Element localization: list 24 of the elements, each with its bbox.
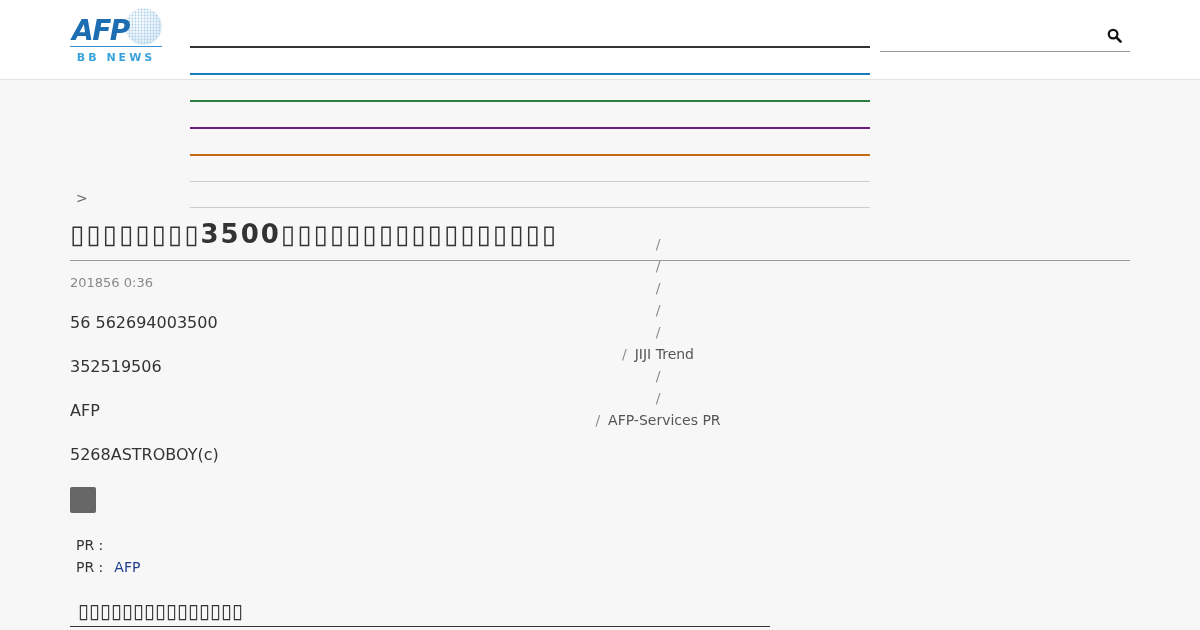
side-link[interactable]: JIJI Trend — [634, 343, 694, 365]
pr-label: PR : — [76, 536, 104, 555]
article-paragraph: 5268ASTROBOY(c) — [70, 444, 219, 466]
home-logo-link[interactable]: AFP BB NEWS — [70, 8, 162, 64]
link-separator: / — [595, 411, 601, 430]
search-icon[interactable] — [1107, 28, 1122, 43]
link-separator: / — [655, 257, 661, 276]
section-heading: ▯▯▯▯▯▯▯▯▯▯▯▯▯▯▯ — [70, 598, 770, 627]
article-paragraph: 352519506 — [70, 356, 162, 378]
square-icon — [70, 487, 96, 513]
link-separator: / — [622, 345, 627, 364]
article-paragraph: 56 562694003500 — [70, 312, 218, 334]
link-separator: / — [655, 235, 661, 254]
link-separator: / — [655, 279, 661, 298]
publish-date: 201856 0:36 — [70, 274, 153, 292]
pr-label: PR : — [76, 558, 104, 577]
breadcrumb-separator: > — [76, 189, 88, 208]
link-separator: / — [655, 389, 661, 408]
link-separator: / — [655, 301, 661, 320]
side-link[interactable]: AFP-Services PR — [608, 409, 721, 431]
sponsor-link[interactable]: AFP — [114, 556, 141, 578]
link-separator: / — [655, 367, 661, 386]
link-separator: / — [655, 323, 661, 342]
article-paragraph: AFP — [70, 400, 100, 422]
